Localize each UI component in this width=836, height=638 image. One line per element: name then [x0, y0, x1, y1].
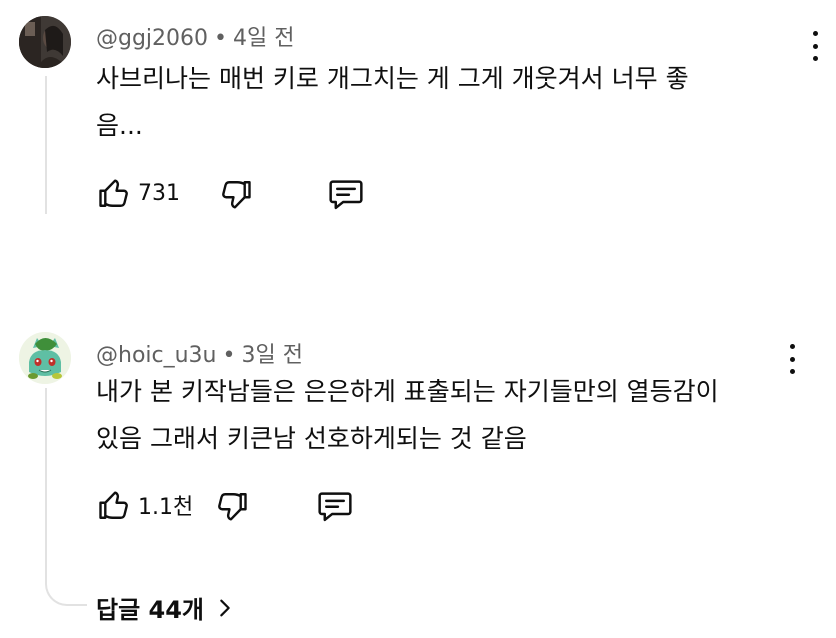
thumbs-up-icon: [99, 179, 128, 207]
thread-line: [45, 388, 47, 556]
comment-time: 3일 전: [241, 343, 303, 368]
reply-button[interactable]: [316, 488, 354, 524]
reply-button[interactable]: [327, 176, 365, 212]
meta-separator: •: [222, 343, 236, 368]
chevron-right-icon: [220, 599, 230, 616]
comment-body: 내가 본 키작남들은 은은하게 표출되는 자기들만의 열등감이 있음 그래서 키…: [96, 368, 719, 462]
thumbs-down-icon: [218, 493, 247, 521]
thumbs-down-icon: [222, 181, 251, 209]
comment-handle[interactable]: @ggj2060: [96, 26, 208, 51]
view-replies-button[interactable]: 답글 44개: [96, 590, 236, 625]
comment-line: 있음 그래서 키큰남 선호하게되는 것 같음: [96, 424, 527, 453]
comment-line: 내가 본 키작남들은 은은하게 표출되는 자기들만의 열등감이: [96, 377, 719, 406]
like-button[interactable]: 731: [96, 175, 180, 211]
user-avatar-photo-icon: [19, 16, 71, 68]
comment-body: 사브리나는 매번 키로 개그치는 게 그게 개웃겨서 너무 좋 음...: [96, 55, 689, 149]
avatar[interactable]: [19, 16, 71, 68]
more-options-icon[interactable]: [805, 31, 825, 61]
reply-comment-icon: [318, 492, 352, 522]
reply-comment-icon: [329, 180, 363, 210]
comment-line: 음...: [96, 111, 143, 140]
dislike-button[interactable]: [218, 177, 254, 213]
thread-line-curve: [45, 550, 87, 606]
comment-handle[interactable]: @hoic_u3u: [96, 343, 217, 368]
bulbasaur-avatar-icon: [19, 332, 71, 384]
comment-time: 4일 전: [233, 26, 295, 51]
meta-separator: •: [214, 26, 228, 51]
avatar[interactable]: [19, 332, 71, 384]
dislike-button[interactable]: [214, 489, 250, 525]
like-count: 731: [138, 180, 180, 206]
like-count: 1.1천: [138, 495, 194, 520]
thread-line: [45, 76, 47, 214]
comment-meta: @hoic_u3u • 3일 전: [96, 337, 303, 369]
more-options-icon[interactable]: [782, 344, 802, 374]
thumbs-up-icon: [99, 491, 128, 519]
replies-label: 답글 44개: [96, 596, 204, 624]
like-button[interactable]: 1.1천: [96, 487, 193, 523]
comment-line: 사브리나는 매번 키로 개그치는 게 그게 개웃겨서 너무 좋: [96, 64, 689, 93]
comment-meta: @ggj2060 • 4일 전: [96, 20, 295, 52]
